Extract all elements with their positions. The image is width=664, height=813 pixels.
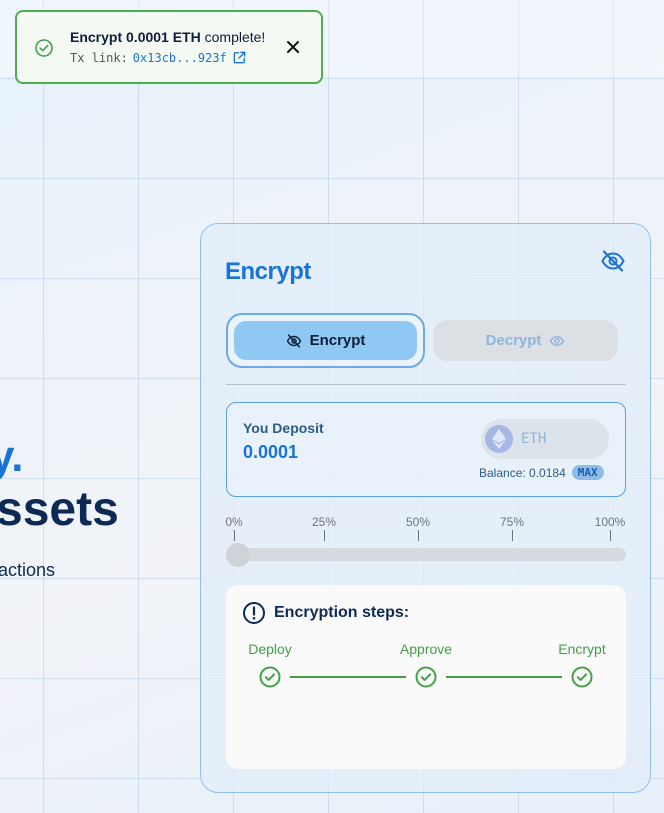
slider-tick-mark: [234, 530, 235, 541]
slider-tick-25: 25%: [311, 515, 337, 529]
divider: [226, 384, 626, 385]
tx-hash-link[interactable]: 0x13cb...923f: [133, 51, 227, 65]
toast-link-label: Tx link:: [70, 50, 128, 65]
slider-tick-100: 100%: [594, 515, 626, 529]
max-button[interactable]: MAX: [571, 465, 604, 480]
check-circle-icon: [571, 666, 593, 688]
balance-text: Balance: 0.0184: [479, 465, 566, 480]
check-circle-icon: [415, 666, 437, 688]
deposit-label: You Deposit: [243, 420, 324, 436]
slider-tick-mark: [324, 530, 325, 541]
slider-tick-mark: [610, 530, 611, 541]
close-icon[interactable]: [285, 39, 301, 55]
step-connector: [290, 676, 406, 678]
amount-slider-thumb[interactable]: [226, 543, 250, 567]
step-connector: [446, 676, 562, 678]
toast-tx-link: Tx link: 0x13cb...923f: [70, 50, 247, 65]
slider-tick-mark: [512, 530, 513, 541]
token-name: ETH: [521, 431, 547, 447]
step-label-approve: Approve: [399, 641, 453, 657]
eth-icon: [485, 425, 513, 453]
balance-row: Balance: 0.0184 MAX: [479, 465, 604, 480]
slider-tick-mark: [418, 530, 419, 541]
tab-decrypt-label: Decrypt: [485, 332, 542, 349]
check-circle-icon: [259, 666, 281, 688]
info-icon: [243, 602, 265, 624]
hero-subtitle: actions: [0, 560, 56, 580]
amount-slider-track[interactable]: [226, 548, 626, 561]
steps-title: Encryption steps:: [274, 604, 410, 621]
slider-scale: 0% 25% 50% 75% 100%: [225, 515, 626, 545]
slider-tick-0: 0%: [225, 515, 243, 529]
hero-heading-line2: ssets: [0, 483, 119, 536]
card-title: Encrypt: [225, 258, 311, 285]
encryption-steps-panel: Encryption steps: Deploy Approve Encrypt: [226, 585, 626, 769]
tab-decrypt[interactable]: Decrypt: [433, 320, 618, 361]
hero-heading-line1: y.: [0, 432, 24, 481]
success-toast: Encrypt 0.0001 ETH complete! Tx link: 0x…: [15, 10, 323, 84]
eye-off-icon[interactable]: [600, 248, 626, 274]
token-selector[interactable]: ETH: [481, 419, 609, 459]
tab-encrypt-wrapper: Encrypt: [226, 313, 425, 368]
tab-encrypt-label: Encrypt: [309, 332, 366, 349]
step-label-encrypt: Encrypt: [558, 641, 606, 657]
deposit-amount-input[interactable]: 0.0001: [243, 442, 298, 463]
slider-tick-75: 75%: [499, 515, 525, 529]
external-link-icon[interactable]: [232, 50, 247, 65]
eye-off-icon: [286, 333, 301, 348]
slider-tick-50: 50%: [405, 515, 431, 529]
encrypt-card: Encrypt Encrypt Decrypt You Deposit 0.00…: [200, 223, 651, 793]
check-circle-icon: [35, 39, 53, 57]
toast-title: Encrypt 0.0001 ETH complete!: [70, 29, 266, 45]
tab-encrypt[interactable]: Encrypt: [234, 321, 417, 360]
deposit-input-box: You Deposit 0.0001 ETH Balance: 0.0184 M…: [226, 402, 626, 497]
eye-icon: [550, 335, 565, 346]
step-label-deploy: Deploy: [248, 641, 292, 657]
